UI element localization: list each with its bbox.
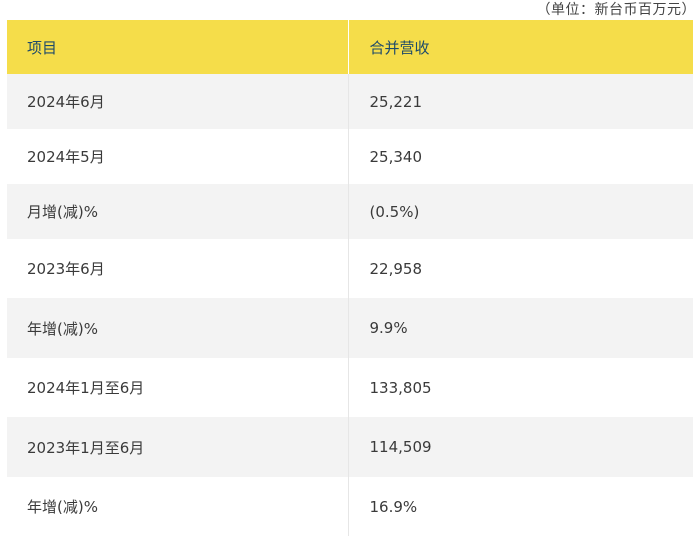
row-value: 16.9%: [347, 477, 693, 536]
table-row: 2024年6月 25,221: [7, 74, 693, 129]
row-item: 2024年1月至6月: [7, 358, 348, 417]
table-row: 2024年5月 25,340: [7, 129, 693, 184]
header-item: 项目: [7, 20, 348, 74]
row-item: 2023年1月至6月: [7, 417, 348, 477]
row-value: 25,340: [347, 129, 693, 184]
table-row: 月增(减)% (0.5%): [7, 184, 693, 239]
row-value: 25,221: [347, 74, 693, 129]
row-value: 114,509: [347, 417, 693, 477]
row-value: 9.9%: [347, 298, 693, 358]
table-row: 2024年1月至6月 133,805: [7, 358, 693, 417]
unit-note: （单位：新台币百万元）: [536, 2, 696, 18]
table-row: 年增(减)% 9.9%: [7, 298, 693, 358]
row-item: 年增(减)%: [7, 298, 348, 358]
header-row: 项目 合并营收: [7, 20, 693, 74]
table-header: 项目 合并营收: [7, 20, 693, 74]
row-item: 2024年5月: [7, 129, 348, 184]
table-body: 2024年6月 25,221 2024年5月 25,340 月增(减)% (0.…: [7, 74, 693, 536]
row-item: 2023年6月: [7, 239, 348, 298]
row-value: 22,958: [347, 239, 693, 298]
row-item: 2024年6月: [7, 74, 348, 129]
table-row: 年增(减)% 16.9%: [7, 477, 693, 536]
row-value: 133,805: [347, 358, 693, 417]
header-consolidated-revenue: 合并营收: [347, 20, 693, 74]
row-item: 年增(减)%: [7, 477, 348, 536]
table-row: 2023年6月 22,958: [7, 239, 693, 298]
row-value: (0.5%): [347, 184, 693, 239]
row-item: 月增(减)%: [7, 184, 348, 239]
revenue-table: 项目 合并营收 2024年6月 25,221 2024年5月 25,340 月增…: [7, 20, 693, 536]
table-row: 2023年1月至6月 114,509: [7, 417, 693, 477]
